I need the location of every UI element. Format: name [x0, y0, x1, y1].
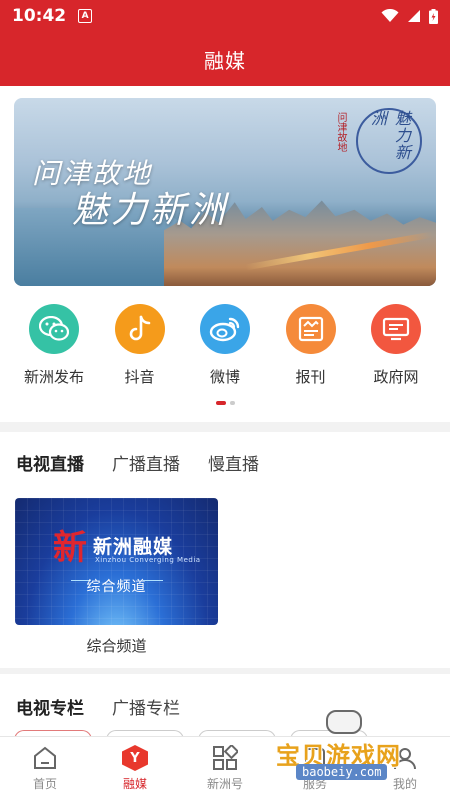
quick-links: 新洲发布 抖音 微博 报刊 政府网: [0, 304, 450, 394]
quick-link-label: 微博: [209, 368, 240, 386]
nav-label: 新洲号: [206, 777, 243, 791]
status-time: 10:42: [12, 6, 67, 26]
page-indicator: [0, 401, 450, 405]
banner-seal-logo: 魅力新洲: [356, 108, 422, 174]
quick-link-douyin[interactable]: 抖音: [100, 304, 180, 394]
wechat-icon: [29, 304, 79, 354]
home-icon: [34, 746, 56, 769]
banner-slogan-line2: 魅力新洲: [72, 190, 229, 232]
quick-link-label: 抖音: [124, 368, 155, 386]
signal-icon: [408, 10, 420, 22]
weibo-icon: [200, 304, 250, 354]
watermark: 宝贝游戏网 baobeiy.com: [270, 706, 440, 786]
main-content: 问津故地 魅力新洲 问津故地 魅力新洲 新洲发布 抖音 微博 报刊 政府网 电视…: [0, 86, 450, 736]
newspaper-icon: [285, 304, 336, 354]
tab-radio-live[interactable]: 广播直播: [112, 450, 180, 475]
tab-slow-live[interactable]: 慢直播: [208, 450, 259, 475]
tab-tv-column[interactable]: 电视专栏: [16, 694, 84, 719]
watermark-url: baobeiy.com: [296, 764, 388, 780]
grid-icon: [213, 745, 238, 770]
banner-seal-text: 魅力新洲: [368, 110, 411, 161]
nav-label: 融媒: [122, 777, 147, 791]
rongmei-icon: Y: [122, 745, 148, 771]
nav-xinzhou-hao[interactable]: 新洲号: [180, 737, 270, 800]
nav-rongmei[interactable]: Y 融媒: [90, 737, 180, 800]
column-tabs: 电视专栏 广播专栏: [16, 694, 180, 719]
battery-icon: [429, 8, 438, 24]
douyin-icon: [114, 304, 165, 354]
nav-home[interactable]: 首页: [0, 737, 90, 800]
channel-name: 综合频道: [86, 579, 147, 595]
quick-link-zhengfu-wang[interactable]: 政府网: [356, 304, 436, 394]
divider-line-right: [143, 580, 163, 581]
quick-link-label: 新洲发布: [23, 368, 84, 386]
page-dot-active: [215, 401, 226, 405]
banner-slogan-line1: 问津故地: [32, 157, 153, 190]
live-section: 电视直播 广播直播 慢直播 新 新洲融媒 Xinzhou Converging …: [0, 432, 450, 668]
channel-brand: 新洲融媒: [93, 536, 174, 558]
page-title: 融媒: [204, 48, 246, 73]
app-bar: 融媒: [0, 32, 450, 86]
channel-brand-en: Xinzhou Converging Media: [95, 556, 201, 564]
notification-a-icon: A: [78, 9, 93, 23]
quick-link-weibo[interactable]: 微博: [185, 304, 265, 394]
top-card: 问津故地 魅力新洲 问津故地 魅力新洲 新洲发布 抖音 微博 报刊 政府网: [0, 86, 450, 422]
status-bar: 10:42 A: [0, 0, 450, 32]
monitor-icon: [371, 304, 421, 354]
quick-link-label: 报刊: [295, 368, 326, 386]
tab-radio-column[interactable]: 广播专栏: [112, 694, 180, 719]
quick-link-xinzhou-fabu[interactable]: 新洲发布: [14, 304, 94, 394]
banner-image[interactable]: 问津故地 魅力新洲 问津故地 魅力新洲: [14, 98, 436, 286]
banner-vertical-text: 问津故地: [335, 112, 346, 152]
channel-thumbnail[interactable]: 新 新洲融媒 Xinzhou Converging Media 综合频道: [15, 498, 218, 625]
quick-link-baokan[interactable]: 报刊: [271, 304, 351, 394]
live-tabs: 电视直播 广播直播 慢直播: [16, 450, 259, 475]
wifi-icon: [381, 9, 399, 22]
gamepad-icon: [326, 710, 362, 734]
quick-link-label: 政府网: [373, 368, 419, 386]
channel-logo-mark: 新: [53, 528, 87, 568]
page-dot: [229, 401, 235, 405]
banner-slogan: 问津故地 魅力新洲: [32, 157, 229, 232]
nav-label: 首页: [32, 777, 57, 791]
tab-tv-live[interactable]: 电视直播: [16, 450, 84, 475]
channel-caption[interactable]: 综合频道: [15, 635, 218, 656]
